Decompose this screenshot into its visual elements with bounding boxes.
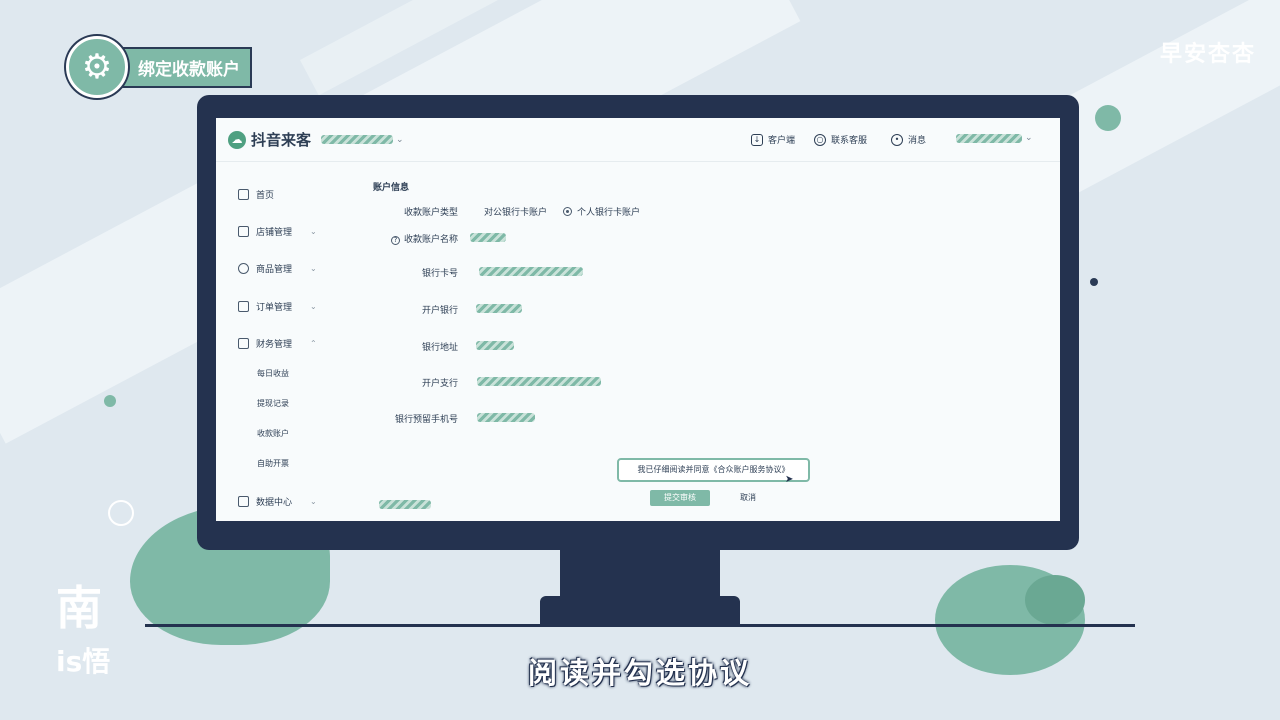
download-icon: ↓ (751, 133, 763, 146)
brand-name: 抖音来客 (251, 131, 312, 149)
account-type-label: 收款账户类型 (403, 208, 458, 218)
masked-bank (476, 304, 522, 313)
home-icon (238, 189, 249, 200)
masked-shop-name (321, 135, 394, 144)
sidebar-item-label: 首页 (256, 191, 275, 201)
agreement-checkbox[interactable]: 我已仔细阅读并同意《合众账户服务协议》 (617, 458, 810, 482)
decor-dot (1090, 278, 1098, 286)
header-support-link[interactable]: ○ 联系客服 (814, 133, 867, 146)
chevron-down-icon: ⌄ (310, 497, 317, 506)
channel-logo-top: 南 (56, 581, 102, 635)
card-number-label: 银行卡号 (421, 269, 458, 279)
header-messages-label: 消息 (908, 136, 927, 146)
bank-label: 开户银行 (421, 306, 458, 316)
topic-badge-label: 绑定收款账户 (122, 46, 252, 88)
store-icon (238, 226, 249, 237)
gear-icon: ⚙ (66, 36, 128, 98)
sidebar-subitem-daily-income[interactable]: 每日收益 (257, 368, 289, 379)
finance-icon (238, 338, 249, 349)
user-menu[interactable]: ⌄ (956, 133, 1033, 143)
monitor-icon (238, 496, 249, 507)
masked-phone (477, 413, 535, 422)
masked-bank-address (476, 341, 514, 350)
sidebar-item-label: 财务管理 (256, 340, 293, 350)
help-icon[interactable]: ? (390, 236, 400, 245)
cancel-button[interactable]: 取消 (728, 490, 768, 506)
cart-icon (238, 301, 249, 312)
radio-personal-label: 个人银行卡账户 (577, 208, 641, 218)
masked-footer-text (379, 500, 431, 509)
sidebar-subitem-invoicing[interactable]: 自助开票 (257, 458, 289, 469)
header-support-label: 联系客服 (831, 136, 868, 146)
masked-account-name (470, 233, 506, 242)
sidebar-item-label: 店铺管理 (256, 228, 293, 238)
brand[interactable]: ☁ 抖音来客 ⌄ (228, 129, 404, 150)
sidebar-item-finance[interactable]: 财务管理 ⌃ (238, 337, 328, 350)
section-title: 账户信息 (373, 183, 410, 193)
sidebar-item-home[interactable]: 首页 (238, 188, 328, 201)
monitor-stand (560, 548, 720, 600)
sidebar-subitem-withdrawals[interactable]: 提现记录 (257, 398, 289, 409)
topic-badge: ⚙ 绑定收款账户 (66, 36, 252, 98)
radio-personal-account[interactable]: 个人银行卡账户 (563, 205, 640, 218)
submit-button[interactable]: 提交审核 (650, 490, 710, 506)
decor-dot (104, 395, 116, 407)
radio-corporate-label: 对公银行卡账户 (484, 208, 548, 218)
product-icon (238, 263, 249, 274)
sidebar-item-label: 商品管理 (256, 265, 293, 275)
radio-selected-icon (563, 207, 572, 216)
bell-icon: • (891, 133, 903, 146)
sidebar-subitem-payee-account[interactable]: 收款账户 (257, 428, 289, 439)
floor-line (145, 624, 1135, 627)
sidebar-item-data-center[interactable]: 数据中心 ⌄ (238, 495, 328, 508)
header-client-label: 客户端 (768, 136, 796, 146)
sidebar-item-label: 数据中心 (256, 498, 293, 508)
radio-corporate-account[interactable]: 对公银行卡账户 (484, 205, 547, 218)
channel-watermark: 早安杏杏 (1159, 42, 1256, 67)
brand-logo-icon: ☁ (228, 130, 246, 149)
decor-ring (108, 500, 134, 526)
app-screen: ☁ 抖音来客 ⌄ ↓ 客户端 ○ 联系客服 • 消息 ⌄ 首页 店铺管理 ⌄ 商… (216, 118, 1060, 521)
phone-label: 银行预留手机号 (394, 415, 458, 425)
sidebar-item-store[interactable]: 店铺管理 ⌄ (238, 225, 328, 238)
masked-user-name (956, 133, 1022, 143)
header-client-link[interactable]: ↓ 客户端 (751, 133, 795, 146)
branch-label: 开户支行 (421, 379, 458, 389)
decor-bush (1025, 575, 1085, 625)
video-subtitle: 阅读并勾选协议 (527, 656, 752, 690)
bank-address-label: 银行地址 (421, 343, 458, 353)
chevron-up-icon: ⌃ (310, 339, 317, 348)
sidebar: 首页 店铺管理 ⌄ 商品管理 ⌄ 订单管理 ⌄ 财务管理 ⌃ 每日收益 提现记录… (216, 162, 336, 521)
account-name-label: ? 收款账户名称 (338, 232, 458, 245)
chevron-down-icon: ⌄ (310, 302, 317, 311)
sidebar-item-orders[interactable]: 订单管理 ⌄ (238, 300, 328, 313)
mouse-cursor-icon: ➤ (785, 474, 794, 485)
monitor-frame: ☁ 抖音来客 ⌄ ↓ 客户端 ○ 联系客服 • 消息 ⌄ 首页 店铺管理 ⌄ 商… (197, 95, 1079, 550)
sidebar-item-products[interactable]: 商品管理 ⌄ (238, 262, 328, 275)
headset-icon: ○ (814, 133, 826, 146)
chevron-down-icon: ⌄ (1025, 133, 1033, 143)
monitor-base (540, 596, 740, 624)
masked-branch (477, 377, 601, 386)
chevron-down-icon[interactable]: ⌄ (396, 135, 404, 145)
app-header: ☁ 抖音来客 ⌄ ↓ 客户端 ○ 联系客服 • 消息 ⌄ (216, 118, 1060, 162)
sidebar-item-label: 订单管理 (256, 303, 293, 313)
chevron-down-icon: ⌄ (310, 227, 317, 236)
chevron-down-icon: ⌄ (310, 264, 317, 273)
header-messages-link[interactable]: • 消息 (891, 133, 926, 146)
decor-dot (1095, 105, 1121, 131)
masked-card-number (479, 267, 583, 276)
